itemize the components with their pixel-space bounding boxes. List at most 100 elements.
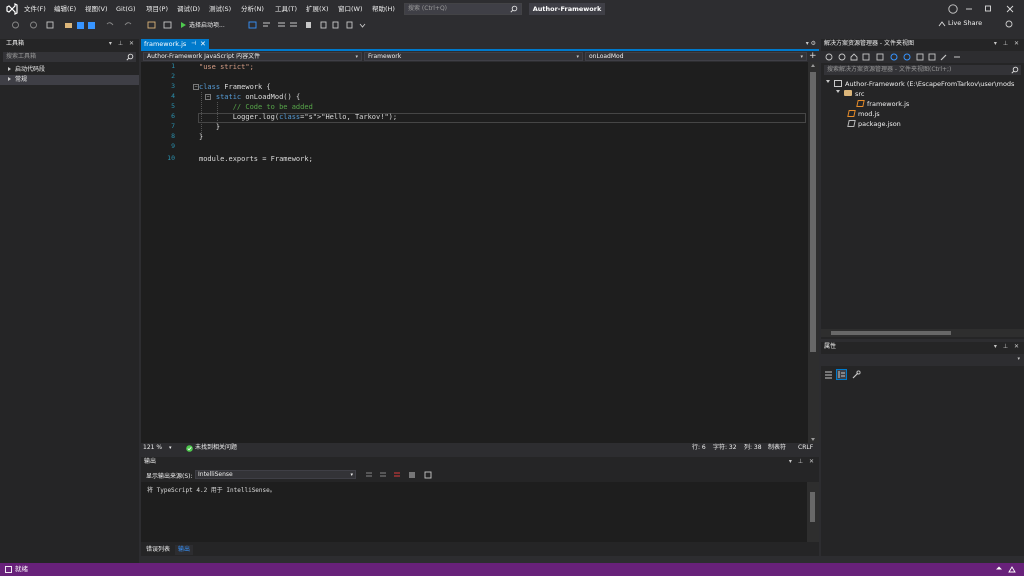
menu-edit[interactable]: 编辑(E) xyxy=(54,4,76,14)
scroll-thumb[interactable] xyxy=(831,331,951,335)
pending-changes-icon[interactable] xyxy=(876,53,884,61)
forward-icon[interactable] xyxy=(29,20,38,30)
cursor-line[interactable]: 行: 6 xyxy=(692,443,706,453)
open-folder-icon[interactable] xyxy=(64,20,73,30)
toolbar-overflow-icon[interactable] xyxy=(358,20,367,30)
save-all-icon[interactable] xyxy=(87,20,96,30)
format-icon[interactable] xyxy=(262,20,271,30)
solution-explorer-icon[interactable] xyxy=(147,20,156,30)
menu-tools[interactable]: 工具(T) xyxy=(275,4,297,14)
maximize-icon[interactable] xyxy=(981,3,995,15)
property-pages-icon[interactable] xyxy=(852,370,861,379)
tree-item-package-json[interactable]: package.json xyxy=(847,119,901,129)
clear-output-icon[interactable] xyxy=(393,471,401,479)
back-icon[interactable] xyxy=(11,20,20,30)
switch-view-icon[interactable] xyxy=(862,53,870,61)
menu-project[interactable]: 项目(P) xyxy=(146,4,168,14)
refresh-icon[interactable] xyxy=(903,53,911,61)
output-source-dropdown[interactable]: IntelliSense ▾ xyxy=(195,470,356,479)
menu-help[interactable]: 帮助(H) xyxy=(372,4,395,14)
new-project-icon[interactable] xyxy=(46,20,55,30)
issues-status[interactable]: 未找到相关问题 xyxy=(195,443,237,453)
save-icon[interactable] xyxy=(76,20,85,30)
member-dropdown[interactable]: onLoadMod ▾ xyxy=(585,52,807,61)
tree-item-root[interactable]: Author-Framework (E:\EscapeFromTarkov\us… xyxy=(826,79,1014,89)
word-wrap-icon[interactable] xyxy=(408,471,416,479)
close-icon[interactable] xyxy=(1003,3,1017,15)
tab-overflow-icon[interactable]: ▾ ⚙ xyxy=(806,39,816,49)
menu-analyze[interactable]: 分析(N) xyxy=(241,4,264,14)
scroll-up-icon[interactable] xyxy=(811,64,815,67)
cursor-col[interactable]: 列: 38 xyxy=(744,443,762,453)
menu-window[interactable]: 窗口(W) xyxy=(338,4,363,14)
collapse-all-icon[interactable] xyxy=(916,53,924,61)
menu-extensions[interactable]: 扩展(X) xyxy=(306,4,329,14)
tree-item-src[interactable]: src xyxy=(836,89,865,99)
upload-icon[interactable] xyxy=(995,566,1003,573)
properties-object-selector[interactable]: ▾ xyxy=(821,354,1024,366)
toolbox-group-snippets[interactable]: 启动代码段 xyxy=(0,65,139,75)
class-dropdown[interactable]: Framework ▾ xyxy=(364,52,583,61)
home-icon[interactable] xyxy=(850,53,858,61)
menu-test[interactable]: 测试(S) xyxy=(209,4,231,14)
prev-bookmark-icon[interactable] xyxy=(319,20,328,30)
code-editor[interactable]: 1 2 3 4 5 6 7 8 9 10 − − "use strict"; c… xyxy=(141,62,808,443)
bookmark-icon[interactable] xyxy=(248,20,257,30)
alphabetical-icon[interactable] xyxy=(836,369,847,380)
categorized-icon[interactable] xyxy=(824,370,833,379)
notifications-icon[interactable] xyxy=(1008,566,1016,573)
output-window-controls[interactable]: ▾ ⊥ ✕ xyxy=(789,457,816,467)
next-message-icon[interactable] xyxy=(379,471,387,479)
tab-output[interactable]: 输出 xyxy=(175,545,194,555)
indent-mode[interactable]: 制表符 xyxy=(768,443,786,453)
feedback-icon[interactable] xyxy=(1004,19,1014,29)
project-scope-dropdown[interactable]: Author-Framework JavaScript 内容文件 ▾ xyxy=(143,52,362,61)
redo-icon[interactable] xyxy=(124,20,133,30)
next-bookmark-icon[interactable] xyxy=(331,20,340,30)
comment-icon[interactable] xyxy=(277,20,286,30)
scroll-thumb[interactable] xyxy=(810,72,816,352)
toggle-wrap-icon[interactable] xyxy=(424,471,432,479)
cursor-char[interactable]: 字符: 32 xyxy=(713,443,737,453)
tree-item-framework-js[interactable]: framework.js xyxy=(856,99,909,109)
global-search-input[interactable]: 搜索 (Ctrl+Q) xyxy=(404,3,522,15)
output-scrollbar[interactable] xyxy=(807,482,819,542)
pin-icon[interactable]: ⊣ xyxy=(191,39,196,49)
line-ending[interactable]: CRLF xyxy=(798,443,813,453)
menu-file[interactable]: 文件(F) xyxy=(24,4,46,14)
start-debug-icon[interactable] xyxy=(179,20,188,30)
editor-vertical-scrollbar[interactable] xyxy=(808,62,819,443)
minimize-icon[interactable] xyxy=(962,3,976,15)
solution-explorer-hscrollbar[interactable] xyxy=(821,329,1024,337)
zoom-level[interactable]: 121 % xyxy=(143,443,162,453)
show-all-files-icon[interactable] xyxy=(928,53,936,61)
properties-icon[interactable] xyxy=(163,20,172,30)
split-editor-icon[interactable]: + xyxy=(809,51,817,61)
forward-icon[interactable] xyxy=(838,53,846,61)
close-tab-icon[interactable]: ✕ xyxy=(200,39,206,49)
prev-message-icon[interactable] xyxy=(365,471,373,479)
uncomment-icon[interactable] xyxy=(289,20,298,30)
wrench-icon[interactable] xyxy=(940,53,948,61)
toolbox-group-general[interactable]: 常规 xyxy=(0,75,139,85)
tree-item-mod-js[interactable]: mod.js xyxy=(847,109,880,119)
flag-icon[interactable] xyxy=(304,20,313,30)
clear-bookmark-icon[interactable] xyxy=(345,20,354,30)
output-text-area[interactable]: 将 TypeScript 4.2 用于 IntelliSense。 xyxy=(141,482,807,542)
account-icon[interactable] xyxy=(946,3,960,15)
toolbox-window-controls[interactable]: ▾ ⊥ ✕ xyxy=(109,39,136,49)
sync-icon[interactable] xyxy=(890,53,898,61)
live-share-button[interactable]: Live Share xyxy=(948,19,982,27)
tab-framework-js[interactable]: framework.js ⊣ ✕ xyxy=(141,39,209,49)
menu-debug[interactable]: 调试(D) xyxy=(177,4,200,14)
undo-icon[interactable] xyxy=(105,20,114,30)
tab-error-list[interactable]: 错误列表 xyxy=(143,545,173,555)
zoom-dropdown-icon[interactable]: ▾ xyxy=(169,443,172,453)
solution-explorer-search-input[interactable]: 搜索解决方案资源管理器 - 文件夹视图(Ctrl+;) xyxy=(824,65,1021,75)
solution-explorer-window-controls[interactable]: ▾ ⊥ ✕ xyxy=(994,39,1021,49)
startup-item-dropdown[interactable]: 选择启动项... xyxy=(189,21,225,31)
scroll-thumb[interactable] xyxy=(810,492,815,522)
back-icon[interactable] xyxy=(825,53,833,61)
scroll-down-icon[interactable] xyxy=(811,438,815,441)
preview-icon[interactable] xyxy=(953,53,961,61)
